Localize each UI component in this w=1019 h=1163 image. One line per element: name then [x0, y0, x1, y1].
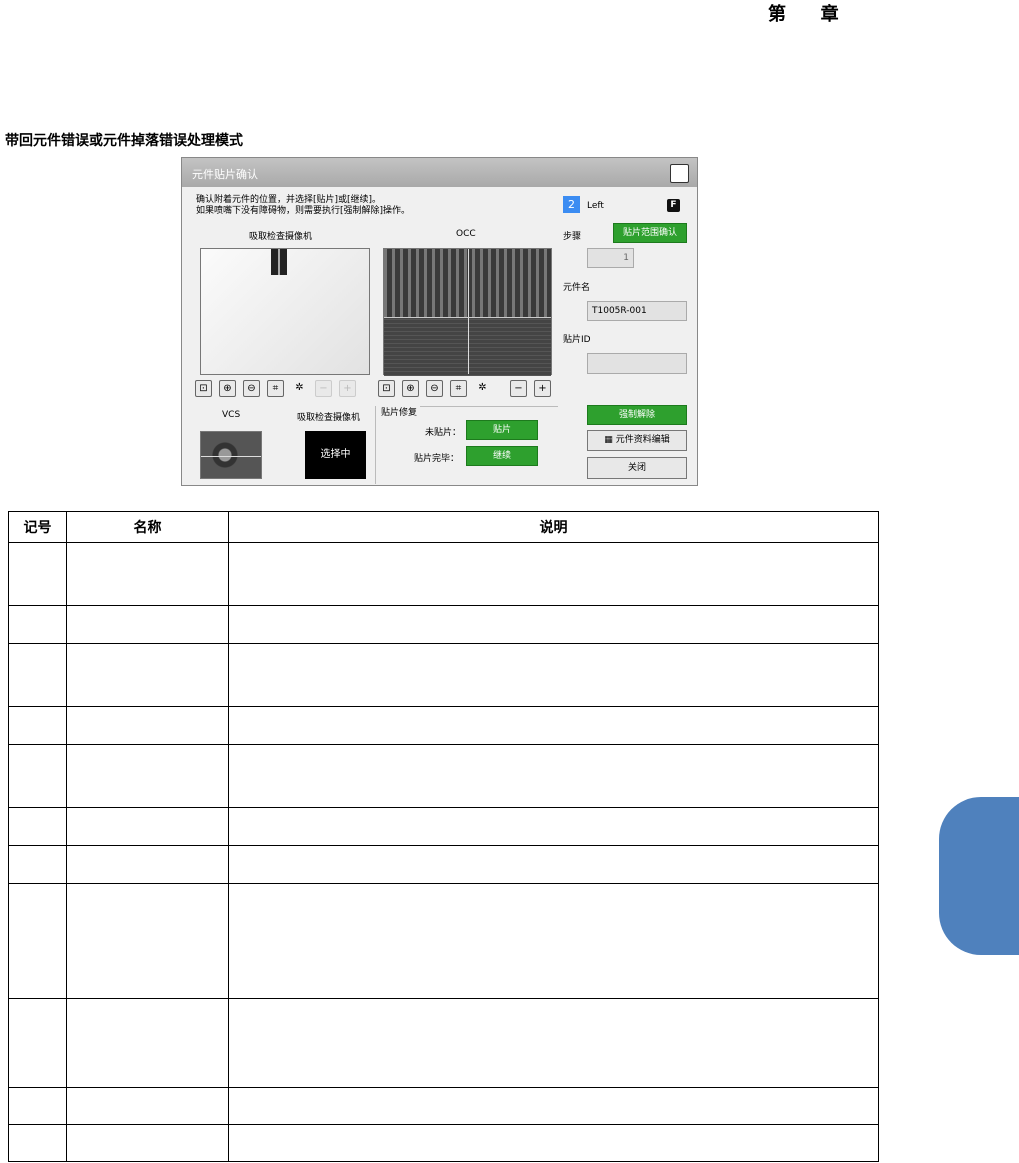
chapter-heading: 第 章 — [768, 0, 839, 26]
plus-icon[interactable]: + — [339, 380, 356, 397]
vcs-label: VCS — [222, 410, 241, 420]
plus-icon[interactable]: + — [534, 380, 551, 397]
dialog-titlebar: 元件贴片确认 × — [182, 158, 697, 187]
close-button[interactable]: 关闭 — [587, 457, 687, 479]
table-row — [8, 643, 879, 707]
nozzle-image — [271, 249, 287, 275]
placement-id-label: 贴片ID — [563, 335, 591, 345]
placement-confirm-dialog: 元件贴片确认 × 确认附着元件的位置，并选择[贴片]或[继续]。 如果喷嘴下没有… — [181, 157, 698, 486]
part-name-label: 元件名 — [563, 283, 591, 293]
placed-label: 贴片完毕： — [414, 454, 460, 464]
part-data-edit-button[interactable]: ▦ 元件资料编辑 — [587, 430, 687, 451]
section-title: 带回元件错误或元件掉落错误处理模式 — [5, 133, 243, 149]
table-row — [8, 706, 879, 745]
zoom-out-icon[interactable]: ⊖ — [426, 380, 443, 397]
force-release-button[interactable]: 强制解除 — [587, 405, 687, 425]
close-icon[interactable]: × — [670, 164, 689, 183]
pickup-camera-view[interactable] — [200, 248, 370, 375]
camera1-label-lower: 吸取检查摄像机 — [297, 413, 361, 423]
table-row — [8, 744, 879, 808]
col-mark: 记号 — [8, 511, 67, 543]
light-icon[interactable]: ✲ — [474, 380, 491, 397]
placement-id-field[interactable] — [587, 353, 687, 374]
part-data-edit-label: 元件资料编辑 — [615, 435, 670, 445]
f-badge: F — [667, 199, 680, 212]
description-table: 记号 名称 说明 — [8, 511, 879, 1162]
table-row — [8, 998, 879, 1088]
occ-crosshair-v — [468, 249, 469, 374]
zoom-in-icon[interactable]: ⊕ — [219, 380, 236, 397]
col-desc: 说明 — [228, 511, 879, 543]
minus-icon[interactable]: − — [510, 380, 527, 397]
expand-icon[interactable]: ⌗ — [267, 380, 284, 397]
expand-icon[interactable]: ⌗ — [450, 380, 467, 397]
not-placed-label: 未贴片： — [425, 428, 462, 438]
selecting-thumbnail[interactable]: 选择中 — [305, 431, 366, 479]
zoom-in-icon[interactable]: ⊕ — [402, 380, 419, 397]
table-row — [8, 807, 879, 846]
table-row — [8, 845, 879, 884]
chapter-label-2: 章 — [820, 4, 839, 25]
head-number-badge: 2 — [563, 196, 580, 213]
camera1-label: 吸取检查摄像机 — [249, 232, 313, 242]
head-side-label: Left — [587, 201, 604, 211]
table-row — [8, 542, 879, 606]
chapter-side-tab — [939, 797, 1019, 955]
occ-camera-view[interactable] — [383, 248, 552, 376]
chapter-label-1: 第 — [768, 4, 786, 25]
col-name: 名称 — [66, 511, 229, 543]
step-field[interactable]: 1 — [587, 248, 634, 268]
table-row — [8, 1124, 879, 1162]
table-row — [8, 1087, 879, 1125]
camera2-label: OCC — [456, 229, 476, 239]
occ-crosshair-h — [384, 317, 551, 318]
table-row — [8, 605, 879, 644]
message-line-2: 如果喷嘴下没有障碍物，则需要执行[强制解除]操作。 — [196, 206, 411, 216]
minus-icon[interactable]: − — [315, 380, 332, 397]
step-label: 步骤 — [563, 232, 582, 242]
repair-group-label: 贴片修复 — [381, 405, 421, 418]
placement-repair-group: 贴片修复 未贴片： 贴片 贴片完毕： 继续 — [381, 405, 558, 485]
fit-icon[interactable]: ⊡ — [378, 380, 395, 397]
chip-icon: ▦ — [604, 435, 613, 445]
table-row — [8, 883, 879, 999]
part-name-field[interactable]: T1005R-001 — [587, 301, 687, 321]
range-confirm-button[interactable]: 贴片范围确认 — [613, 223, 687, 243]
continue-button[interactable]: 继续 — [466, 446, 538, 466]
light-icon[interactable]: ✲ — [291, 380, 308, 397]
message-line-1: 确认附着元件的位置，并选择[贴片]或[继续]。 — [196, 195, 382, 205]
divider — [375, 406, 376, 484]
vcs-thumbnail[interactable] — [200, 431, 262, 479]
place-button[interactable]: 贴片 — [466, 420, 538, 440]
dialog-title: 元件贴片确认 — [192, 168, 258, 181]
dialog-message: 确认附着元件的位置，并选择[贴片]或[继续]。 如果喷嘴下没有障碍物，则需要执行… — [196, 195, 410, 217]
fit-icon[interactable]: ⊡ — [195, 380, 212, 397]
zoom-out-icon[interactable]: ⊖ — [243, 380, 260, 397]
